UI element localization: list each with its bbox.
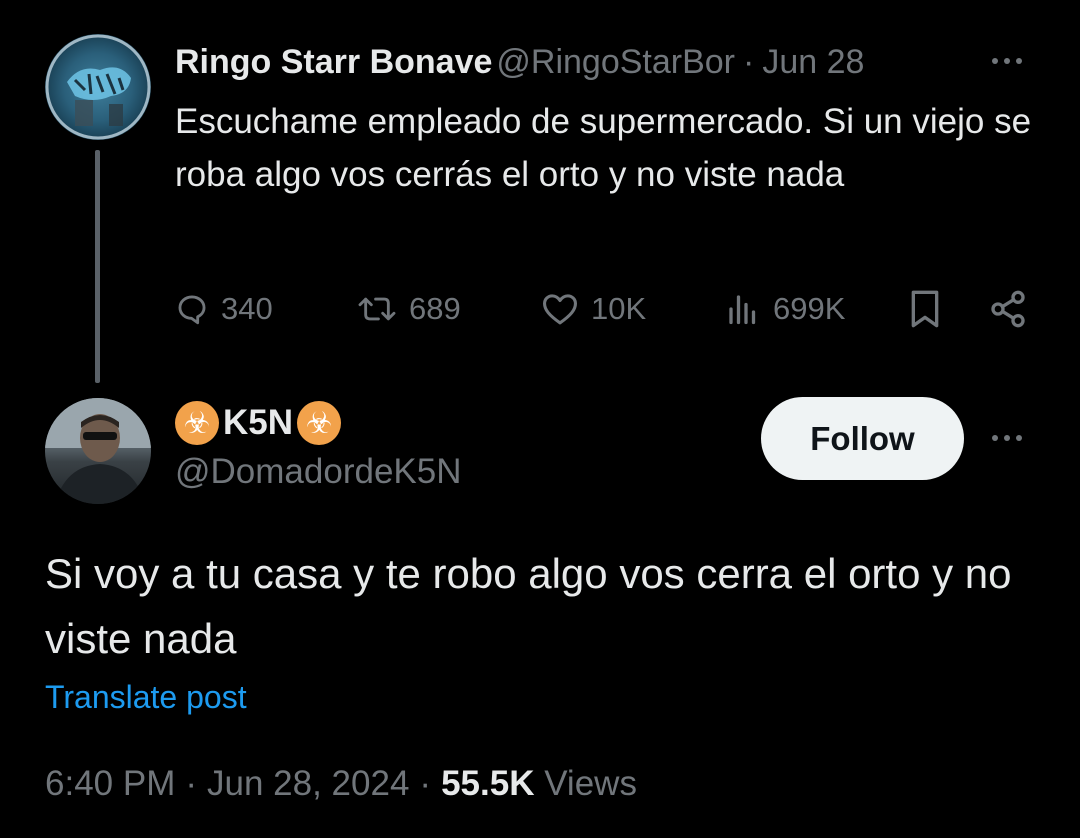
share-button[interactable]	[988, 283, 1028, 335]
tweet-date[interactable]: Jun 28, 2024	[207, 764, 409, 803]
parent-more-icon[interactable]	[992, 58, 1022, 64]
reply-tweet-text: Si voy a tu casa y te robo algo vos cerr…	[45, 550, 1012, 662]
views-chart-icon	[729, 295, 756, 325]
meta-separator: ·	[419, 764, 432, 803]
reply-icon	[178, 295, 206, 325]
like-count: 10K	[591, 291, 647, 326]
reply-avatar-photo	[45, 398, 151, 504]
parent-author-name[interactable]: Ringo Starr Bonave	[175, 43, 492, 82]
reply-avatar[interactable]	[45, 398, 151, 504]
parent-date[interactable]: Jun 28	[762, 43, 864, 82]
heart-icon	[543, 294, 577, 325]
biohazard-icon: ☣	[297, 401, 342, 445]
biohazard-icon: ☣	[175, 401, 219, 445]
retweet-count: 689	[409, 291, 461, 326]
tweet-page: Ringo Starr Bonave @RingoStarBor · Jun 2…	[0, 0, 1080, 838]
parent-header: Ringo Starr Bonave @RingoStarBor · Jun 2…	[175, 40, 1035, 84]
retweet-icon	[358, 297, 396, 321]
like-button[interactable]: 10K	[541, 283, 646, 335]
parent-action-bar: 340 689 10K 699K	[175, 283, 1035, 335]
tweet-views-label: Views	[544, 764, 637, 803]
reply-button[interactable]: 340	[175, 283, 273, 335]
meta-separator: ·	[185, 764, 198, 803]
parent-avatar[interactable]	[45, 34, 151, 140]
views-count-parent: 699K	[773, 291, 846, 326]
parent-tweet-text: Escuchame empleado de supermercado. Si u…	[175, 102, 1032, 194]
reply-name-row[interactable]: ☣ K5N ☣	[175, 400, 342, 446]
parent-avatar-graffiti	[45, 34, 151, 140]
follow-button[interactable]: Follow	[761, 397, 964, 480]
reply-count: 340	[221, 291, 273, 326]
tweet-views-count: 55.5K	[441, 764, 535, 803]
bookmark-icon	[911, 290, 939, 328]
share-icon	[991, 290, 1025, 328]
tweet-meta-row: 6:40 PM · Jun 28, 2024 · 55.5K Views	[45, 764, 637, 804]
parent-separator: ·	[743, 42, 755, 81]
parent-author-handle[interactable]: @RingoStarBor	[496, 43, 735, 82]
reply-author-name: K5N	[223, 403, 294, 442]
reply-author-handle[interactable]: @DomadordeK5N	[175, 452, 462, 492]
bookmark-button[interactable]	[908, 283, 942, 335]
translate-post-link[interactable]: Translate post	[45, 679, 247, 716]
retweet-button[interactable]: 689	[357, 283, 461, 335]
reply-more-icon[interactable]	[992, 435, 1022, 441]
tweet-time[interactable]: 6:40 PM	[45, 764, 175, 803]
thread-connector-line	[95, 150, 100, 383]
views-button[interactable]: 699K	[725, 283, 845, 335]
